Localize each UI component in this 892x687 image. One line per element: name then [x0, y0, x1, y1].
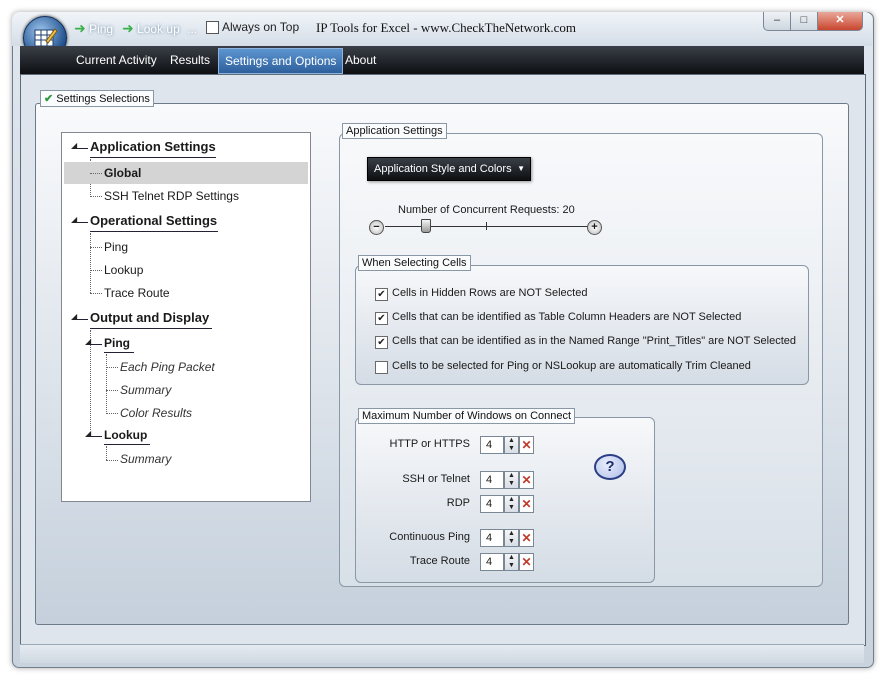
heading-underline: [90, 157, 216, 158]
tree-node-operational-settings[interactable]: Operational Settings: [90, 213, 217, 228]
tree-node-color-results[interactable]: Color Results: [120, 406, 192, 420]
heading-underline: [104, 352, 134, 353]
tab-results[interactable]: Results: [164, 48, 216, 72]
tree-node-output-and-display[interactable]: Output and Display: [90, 310, 209, 325]
checkmark-icon: ✔: [44, 93, 54, 105]
tree-node-output-lookup[interactable]: Lookup: [104, 428, 147, 442]
cell-option-label: Cells to be selected for Ping or NSLooku…: [392, 360, 751, 372]
cell-option-label: Cells that can be identified as Table Co…: [392, 311, 742, 323]
tree-connector: [106, 413, 118, 414]
tab-about[interactable]: About: [339, 48, 382, 72]
spinner-arrows-icon[interactable]: ▲ ▼: [504, 553, 519, 571]
max-windows-label: Continuous Ping: [389, 531, 470, 543]
cell-option-checkbox[interactable]: [375, 361, 388, 374]
tree-connector: [90, 436, 102, 437]
clear-x-icon[interactable]: ✕: [519, 495, 534, 513]
settings-panel-title: ✔ Settings Selections: [40, 90, 154, 107]
max-windows-label: Trace Route: [409, 555, 470, 567]
max-windows-input[interactable]: 4: [480, 436, 504, 454]
tree-node-each-ping-packet[interactable]: Each Ping Packet: [120, 360, 215, 374]
heading-underline: [104, 444, 150, 445]
concurrent-slider-track[interactable]: [385, 226, 589, 227]
tree-node-lookup-summary[interactable]: Summary: [120, 452, 171, 466]
max-windows-label: SSH or Telnet: [402, 473, 470, 485]
minimize-button[interactable]: –: [763, 12, 791, 31]
tree-node-lookup[interactable]: Lookup: [104, 263, 143, 277]
tree-connector: [106, 390, 118, 391]
tree-node-trace-route[interactable]: Trace Route: [104, 286, 170, 300]
max-windows-label: HTTP or HTTPS: [389, 438, 470, 450]
spinner-arrows-icon[interactable]: ▲ ▼: [504, 529, 519, 547]
tree-node-ping-summary[interactable]: Summary: [120, 383, 171, 397]
cell-option-label: Cells that can be identified as in the N…: [392, 335, 797, 347]
cell-option-checkbox[interactable]: ✔: [375, 288, 388, 301]
cell-option-checkbox[interactable]: ✔: [375, 336, 388, 349]
concurrent-increase-button[interactable]: +: [587, 220, 602, 235]
spinner-arrows-icon[interactable]: ▲ ▼: [504, 495, 519, 513]
tree-node-ping[interactable]: Ping: [104, 240, 128, 254]
max-windows-input[interactable]: 4: [480, 471, 504, 489]
tree-connector: [76, 148, 88, 149]
window-title: IP Tools for Excel - www.CheckTheNetwork…: [316, 20, 576, 35]
tree-connector: [76, 319, 88, 320]
help-icon[interactable]: ?: [594, 454, 626, 480]
application-settings-group-title: Application Settings: [342, 123, 447, 139]
close-button[interactable]: ✕: [817, 12, 863, 31]
cell-option-label: Cells in Hidden Rows are NOT Selected: [392, 287, 588, 299]
tree-connector: [76, 222, 88, 223]
concurrent-slider-thumb[interactable]: [421, 219, 432, 233]
tree-connector: [90, 270, 102, 271]
max-windows-label: RDP: [446, 497, 470, 509]
concurrent-decrease-button[interactable]: −: [369, 220, 384, 235]
heading-underline: [90, 231, 218, 232]
max-windows-group-title: Maximum Number of Windows on Connect: [358, 408, 576, 424]
maximize-button[interactable]: □: [790, 12, 818, 31]
tree-node-ssh-telnet-rdp[interactable]: SSH Telnet RDP Settings: [104, 189, 239, 203]
max-windows-input[interactable]: 4: [480, 529, 504, 547]
heading-underline: [90, 328, 212, 329]
tree-connector: [90, 196, 102, 197]
max-windows-input[interactable]: 4: [480, 553, 504, 571]
tab-settings-and-options[interactable]: Settings and Options: [218, 48, 344, 74]
dropdown-arrow-icon: ▼: [517, 164, 525, 173]
tab-current-activity[interactable]: Current Activity: [70, 48, 163, 72]
clear-x-icon[interactable]: ✕: [519, 553, 534, 571]
cell-option-checkbox[interactable]: ✔: [375, 312, 388, 325]
clear-x-icon[interactable]: ✕: [519, 436, 534, 454]
tree-connector: [90, 344, 102, 345]
application-style-button[interactable]: Application Style and Colors ▼: [367, 157, 531, 181]
clear-x-icon[interactable]: ✕: [519, 471, 534, 489]
status-bar: [20, 644, 864, 663]
tree-connector: [106, 460, 118, 461]
spinner-arrows-icon[interactable]: ▲ ▼: [504, 436, 519, 454]
selecting-cells-group-title: When Selecting Cells: [358, 255, 471, 271]
spinner-arrows-icon[interactable]: ▲ ▼: [504, 471, 519, 489]
tree-connector: [90, 173, 102, 174]
slider-tick: [486, 222, 487, 230]
settings-tree[interactable]: ◢ Application Settings Global SSH Telnet…: [61, 132, 311, 502]
tree-node-output-ping[interactable]: Ping: [104, 336, 130, 350]
tree-connector: [90, 233, 91, 293]
tree-node-application-settings[interactable]: Application Settings: [90, 139, 216, 154]
max-windows-input[interactable]: 4: [480, 495, 504, 513]
tree-connector: [90, 247, 102, 248]
tree-connector: [106, 354, 107, 414]
concurrent-requests-label: Number of Concurrent Requests: 20: [398, 204, 575, 216]
tree-connector: [90, 293, 102, 294]
tree-connector: [106, 367, 118, 368]
tree-connector: [106, 446, 107, 460]
tree-node-global[interactable]: Global: [104, 166, 141, 180]
clear-x-icon[interactable]: ✕: [519, 529, 534, 547]
